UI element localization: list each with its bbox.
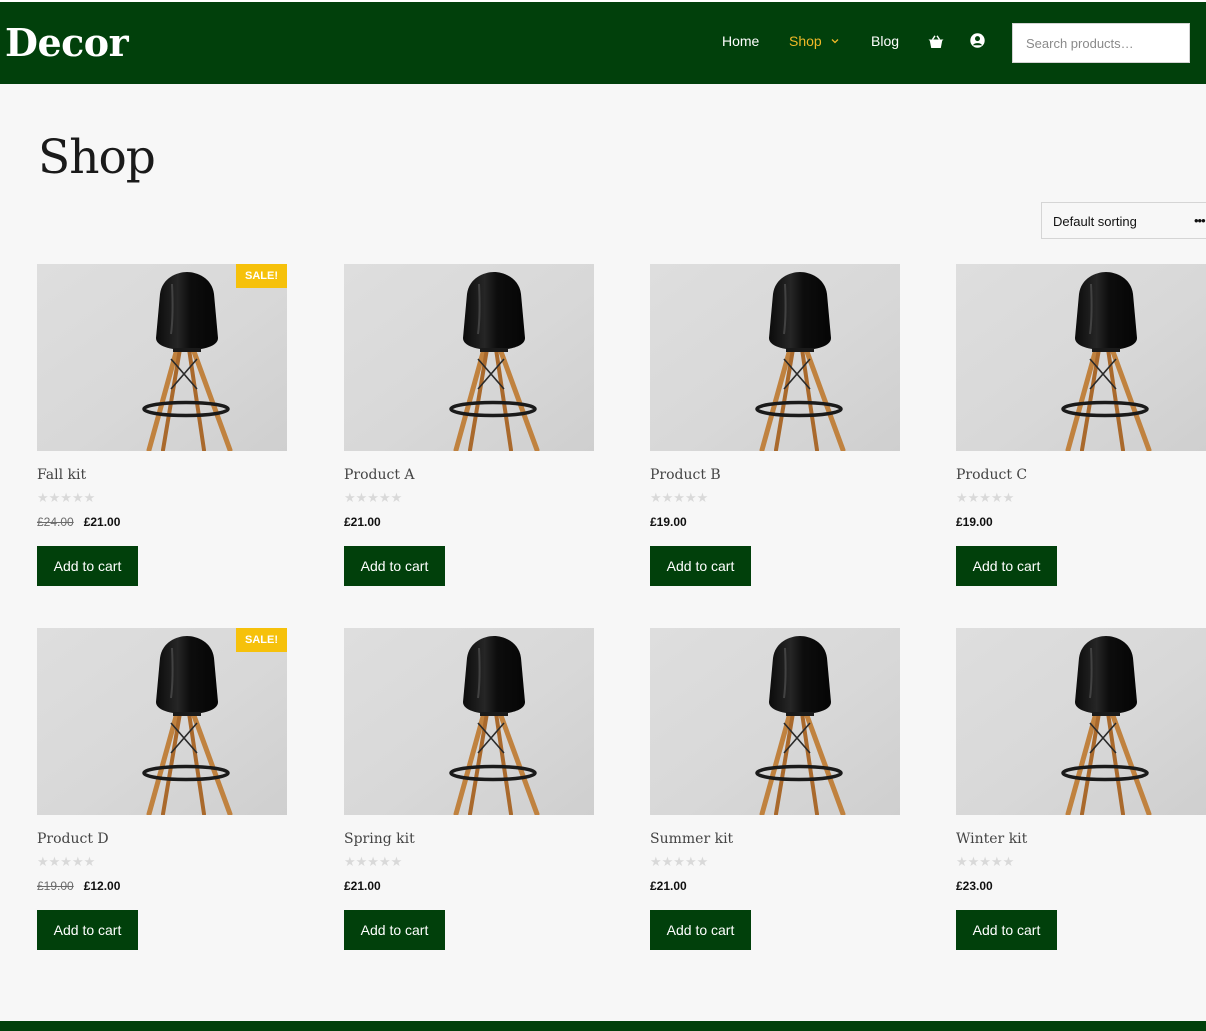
page-title: Shop xyxy=(38,130,156,185)
product-image[interactable] xyxy=(37,628,287,815)
product-title[interactable]: Winter kit xyxy=(956,831,1027,847)
product-price: £21.00 xyxy=(650,879,687,893)
nav-item-shop[interactable]: Shop xyxy=(789,33,839,49)
product-image[interactable] xyxy=(344,264,594,451)
current-price: £19.00 xyxy=(956,515,993,529)
product-price: £19.00 xyxy=(956,515,993,529)
site-header: Decor Home Shop Blog xyxy=(0,2,1206,84)
chevron-down-icon xyxy=(831,39,839,44)
sorting-selected: Default sorting xyxy=(1053,214,1137,229)
add-to-cart-button[interactable]: Add to cart xyxy=(956,910,1057,950)
product-price: £24.00 £21.00 xyxy=(37,515,120,529)
add-to-cart-button[interactable]: Add to cart xyxy=(344,910,445,950)
add-to-cart-button[interactable]: Add to cart xyxy=(37,546,138,586)
product-title[interactable]: Fall kit xyxy=(37,467,86,483)
sale-badge: SALE! xyxy=(236,264,287,288)
product-price: £21.00 xyxy=(344,879,381,893)
add-to-cart-button[interactable]: Add to cart xyxy=(37,910,138,950)
add-to-cart-button[interactable]: Add to cart xyxy=(650,546,751,586)
product-image[interactable] xyxy=(650,264,900,451)
current-price: £21.00 xyxy=(650,879,687,893)
product-title[interactable]: Product D xyxy=(37,831,109,847)
star-rating: ★★★★★ xyxy=(650,854,709,869)
nav-item-blog[interactable]: Blog xyxy=(871,33,899,49)
product-image[interactable] xyxy=(956,264,1206,451)
add-to-cart-button[interactable]: Add to cart xyxy=(956,546,1057,586)
current-price: £21.00 xyxy=(83,515,121,529)
current-price: £21.00 xyxy=(344,879,381,893)
old-price: £19.00 xyxy=(37,879,74,893)
current-price: £12.00 xyxy=(83,879,121,893)
search-input[interactable] xyxy=(1012,23,1190,63)
current-price: £21.00 xyxy=(344,515,381,529)
product-title[interactable]: Summer kit xyxy=(650,831,733,847)
current-price: £23.00 xyxy=(956,879,993,893)
sorting-select[interactable]: Default sorting ••• xyxy=(1041,202,1206,239)
product-image[interactable] xyxy=(650,628,900,815)
nav-item-shop-label: Shop xyxy=(789,33,822,49)
nav-item-home[interactable]: Home xyxy=(722,33,759,49)
star-rating: ★★★★★ xyxy=(37,490,96,505)
product-price: £19.00 £12.00 xyxy=(37,879,120,893)
more-dots-icon: ••• xyxy=(1194,213,1206,228)
star-rating: ★★★★★ xyxy=(956,854,1015,869)
product-price: £19.00 xyxy=(650,515,687,529)
product-image[interactable] xyxy=(344,628,594,815)
current-price: £19.00 xyxy=(650,515,687,529)
site-footer xyxy=(0,1021,1206,1031)
product-title[interactable]: Product A xyxy=(344,467,415,483)
product-title[interactable]: Product B xyxy=(650,467,721,483)
sale-badge: SALE! xyxy=(236,628,287,652)
star-rating: ★★★★★ xyxy=(956,490,1015,505)
product-price: £23.00 xyxy=(956,879,993,893)
user-icon[interactable] xyxy=(970,33,985,48)
basket-icon[interactable] xyxy=(928,35,944,49)
product-title[interactable]: Spring kit xyxy=(344,831,415,847)
product-title[interactable]: Product C xyxy=(956,467,1027,483)
star-rating: ★★★★★ xyxy=(37,854,96,869)
add-to-cart-button[interactable]: Add to cart xyxy=(344,546,445,586)
product-image[interactable] xyxy=(956,628,1206,815)
add-to-cart-button[interactable]: Add to cart xyxy=(650,910,751,950)
product-price: £21.00 xyxy=(344,515,381,529)
star-rating: ★★★★★ xyxy=(650,490,709,505)
old-price: £24.00 xyxy=(37,515,74,529)
site-logo[interactable]: Decor xyxy=(5,20,129,65)
star-rating: ★★★★★ xyxy=(344,490,403,505)
star-rating: ★★★★★ xyxy=(344,854,403,869)
product-image[interactable] xyxy=(37,264,287,451)
